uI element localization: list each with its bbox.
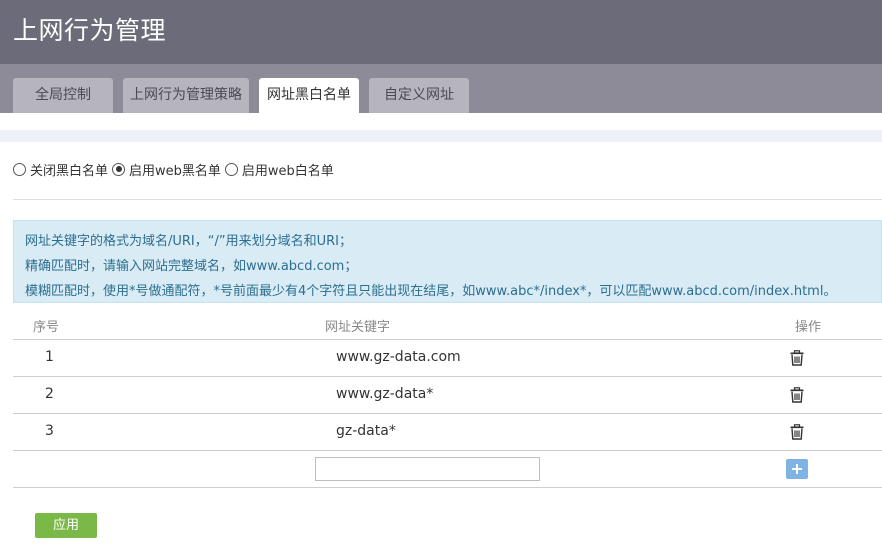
radio-web-whitelist-label: 启用web白名单 — [241, 163, 334, 179]
column-header-url: 网址关键字 — [325, 320, 391, 335]
url-keyword-table: 序号 网址关键字 操作 1 www.gz-data.com 2 www.gz-d… — [13, 310, 882, 488]
notice-line-exact-match: 精确匹配时，请输入网站完整域名，如www.abcd.com； — [25, 259, 358, 274]
column-header-action: 操作 — [795, 320, 822, 335]
divider — [13, 199, 882, 200]
column-header-index: 序号 — [33, 320, 60, 335]
tab-bar: 全局控制 上网行为管理策略 网址黑白名单 自定义网址 — [0, 64, 882, 113]
row-url-keyword: gz-data* — [336, 423, 396, 439]
radio-web-blacklist-circle[interactable] — [112, 162, 126, 176]
radio-web-whitelist[interactable]: 启用web白名单 — [224, 160, 334, 179]
tab-url-blackwhite-list[interactable]: 网址黑白名单 — [259, 78, 359, 113]
row-url-keyword: www.gz-data.com — [336, 349, 461, 365]
title-bar: 上网行为管理 — [0, 0, 882, 64]
trash-icon[interactable] — [789, 424, 805, 440]
tab-behavior-policy[interactable]: 上网行为管理策略 — [123, 78, 249, 113]
tab-global-control[interactable]: 全局控制 — [13, 78, 113, 113]
radio-disable-list-circle[interactable] — [13, 162, 26, 176]
table-row: 3 gz-data* — [13, 414, 882, 451]
radio-disable-list-label: 关闭黑白名单 — [30, 163, 109, 179]
add-entry-row — [13, 451, 882, 488]
table-header: 序号 网址关键字 操作 — [13, 310, 882, 340]
info-notice: 网址关键字的格式为域名/URI，“/”用来划分域名和URI； 精确匹配时，请输入… — [13, 220, 882, 303]
radio-disable-list[interactable]: 关闭黑白名单 — [13, 160, 108, 179]
trash-icon[interactable] — [789, 350, 805, 366]
radio-web-blacklist-label: 启用web黑名单 — [129, 163, 221, 179]
tab-custom-url[interactable]: 自定义网址 — [369, 78, 469, 113]
row-url-keyword: www.gz-data* — [336, 386, 434, 402]
add-entry-button[interactable] — [786, 459, 808, 479]
row-index: 2 — [45, 386, 54, 402]
radio-web-whitelist-circle[interactable] — [224, 162, 238, 176]
row-index: 1 — [45, 349, 54, 365]
table-row: 2 www.gz-data* — [13, 377, 882, 414]
table-row: 1 www.gz-data.com — [13, 340, 882, 377]
section-band — [0, 130, 882, 142]
list-mode-radio-group: 关闭黑白名单 启用web黑名单 启用web白名单 — [13, 159, 338, 179]
radio-web-blacklist[interactable]: 启用web黑名单 — [112, 160, 221, 179]
notice-line-fuzzy-match: 模糊匹配时，使用*号做通配符，*号前面最少有4个字符且只能出现在结尾，如www.… — [25, 284, 837, 299]
trash-icon[interactable] — [789, 387, 805, 403]
new-url-keyword-input[interactable] — [315, 457, 540, 481]
page-title: 上网行为管理 — [13, 16, 167, 45]
notice-line-format: 网址关键字的格式为域名/URI，“/”用来划分域名和URI； — [25, 234, 352, 249]
plus-icon — [792, 464, 802, 474]
apply-button[interactable]: 应用 — [35, 513, 97, 538]
row-index: 3 — [45, 423, 54, 439]
